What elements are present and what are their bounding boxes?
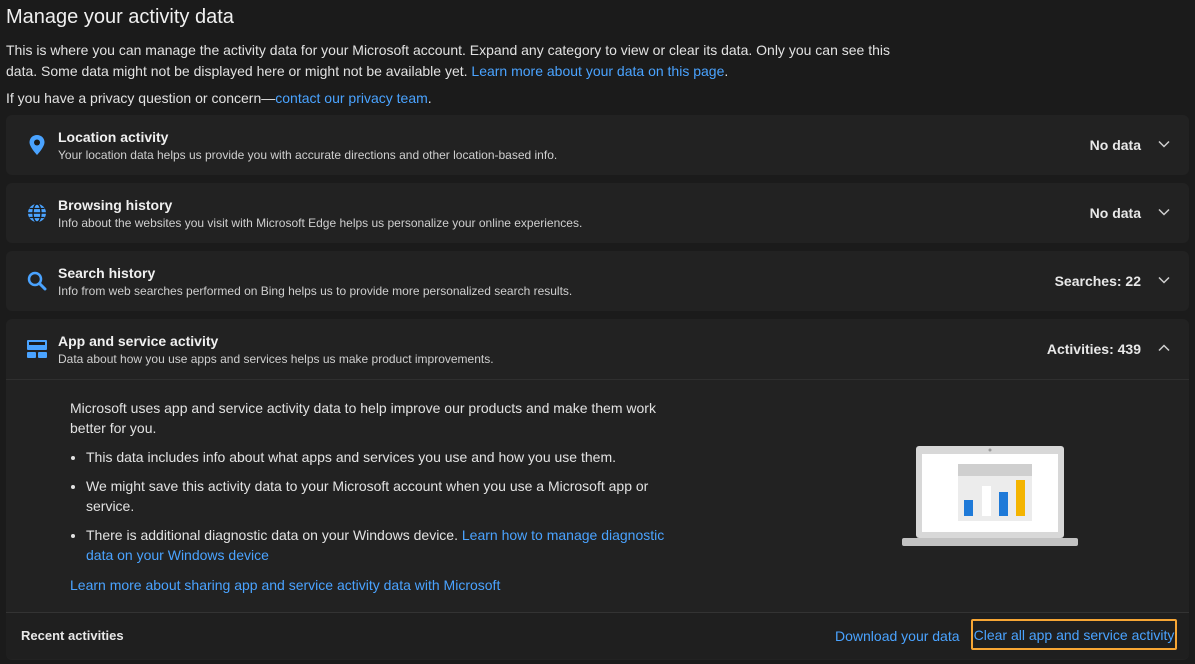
category-browsing-history[interactable]: Browsing history Info about the websites… [6,183,1189,243]
category-header[interactable]: Search history Info from web searches pe… [6,251,1189,311]
clear-all-activity-link[interactable]: Clear all app and service activity [971,619,1177,650]
category-title: Browsing history [58,197,173,213]
list-item: We might save this activity data to your… [86,476,680,516]
category-location-activity[interactable]: Location activity Your location data hel… [6,115,1189,175]
list-item: This data includes info about what apps … [86,447,680,467]
category-status: No data [1089,137,1141,153]
recent-activities-bar: Recent activities Download your data Cle… [6,612,1189,659]
category-title: App and service activity [58,333,219,349]
category-status: No data [1089,205,1141,221]
learn-more-sharing-link[interactable]: Learn more about sharing app and service… [70,577,500,593]
category-subtitle: Data about how you use apps and services… [58,352,494,366]
details-text: Microsoft uses app and service activity … [70,398,680,574]
chevron-down-icon[interactable] [1157,205,1171,219]
chevron-up-icon[interactable] [1157,341,1171,355]
location-pin-icon [26,134,48,156]
category-subtitle: Info from web searches performed on Bing… [58,284,573,298]
category-search-history[interactable]: Search history Info from web searches pe… [6,251,1189,311]
category-app-service-activity[interactable]: App and service activity Data about how … [6,319,1189,660]
page-title: Manage your activity data [6,6,234,28]
list-item: There is additional diagnostic data on y… [86,525,680,565]
category-header[interactable]: Location activity Your location data hel… [6,115,1189,175]
category-header[interactable]: App and service activity Data about how … [6,319,1189,379]
category-status: Activities: 439 [1046,341,1141,357]
details-bullets: This data includes info about what apps … [70,447,680,565]
learn-more-data-link[interactable]: Learn more about your data on this page [471,63,724,79]
app-window-icon [26,338,48,360]
search-icon [26,270,48,292]
category-title: Location activity [58,129,169,145]
category-title: Search history [58,265,156,281]
category-status: Searches: 22 [1054,273,1141,289]
category-subtitle: Your location data helps us provide you … [58,148,558,162]
contact-privacy-team-link[interactable]: contact our privacy team [275,90,428,106]
details-intro: Microsoft uses app and service activity … [70,400,656,436]
activity-data-page: Manage your activity data This is where … [0,0,1195,664]
category-subtitle: Info about the websites you visit with M… [58,216,583,230]
expanded-details: Microsoft uses app and service activity … [6,379,1189,612]
download-data-link[interactable]: Download your data [835,628,960,644]
laptop-chart-illustration [902,446,1078,546]
chevron-down-icon[interactable] [1157,273,1171,287]
recent-activities-label: Recent activities [21,628,124,643]
category-header[interactable]: Browsing history Info about the websites… [6,183,1189,243]
globe-icon [26,202,48,224]
chevron-down-icon[interactable] [1157,137,1171,151]
privacy-paragraph: If you have a privacy question or concer… [6,90,432,106]
intro-paragraph: This is where you can manage the activit… [6,42,890,79]
